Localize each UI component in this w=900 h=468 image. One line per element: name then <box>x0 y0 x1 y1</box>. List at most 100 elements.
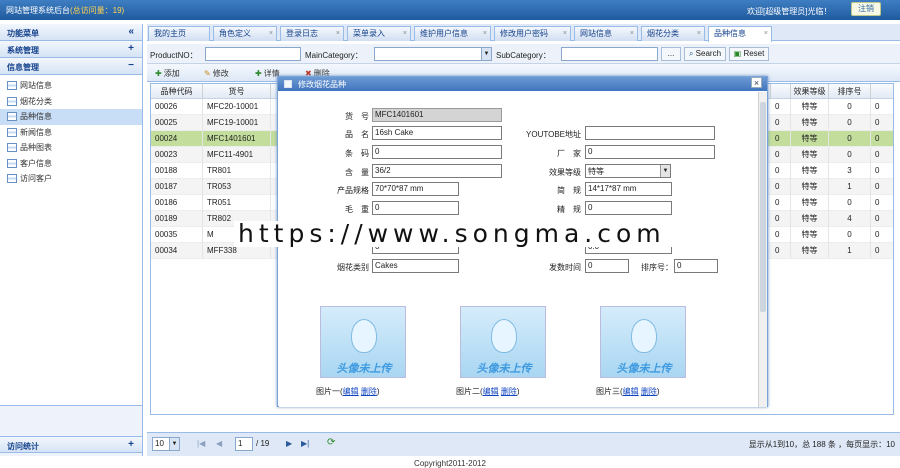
photo-3-edit-link[interactable]: 编辑 <box>623 387 639 396</box>
page-size-select[interactable]: 10 ▼ <box>152 437 180 451</box>
table-cell-no: MFC11-4901 <box>203 147 271 163</box>
table-cell-d: 0 <box>871 131 893 147</box>
sidebar-item-site-info[interactable]: 网站信息 <box>0 78 142 94</box>
time-field[interactable]: 0 <box>585 259 629 273</box>
table-cell-c: 0 <box>771 227 791 243</box>
close-icon[interactable]: × <box>563 27 567 40</box>
close-icon[interactable]: × <box>751 77 762 88</box>
close-icon[interactable]: × <box>764 27 768 40</box>
table-cell-sort: 0 <box>829 115 871 131</box>
spec-field[interactable]: 70*70*87 mm <box>372 182 459 196</box>
detail-button[interactable]: ✚ 详情 <box>255 68 280 79</box>
prev-page-icon[interactable]: ◀ <box>216 439 222 448</box>
tab-login-log[interactable]: 登录日志 × <box>280 26 344 41</box>
col-code[interactable]: 品种代码 <box>151 84 203 99</box>
logout-button[interactable]: 注销 <box>851 2 881 16</box>
refresh-icon[interactable]: ⟳ <box>327 437 335 448</box>
scrollbar-thumb[interactable] <box>760 102 766 312</box>
main-category-select[interactable]: ▼ <box>374 47 492 61</box>
expand-icon[interactable]: + <box>128 43 134 54</box>
browse-button[interactable]: ... <box>661 47 681 61</box>
section-system[interactable]: 系统管理 + <box>0 41 142 58</box>
section-info[interactable]: 信息管理 − <box>0 58 142 75</box>
product-no-input[interactable] <box>205 47 301 61</box>
category-field[interactable]: Cakes <box>372 259 459 273</box>
sidebar-item-customers[interactable]: 客户信息 <box>0 156 142 172</box>
sort-label: 排序号： <box>641 263 673 272</box>
barcode-field[interactable]: 0 <box>372 145 502 159</box>
photo-2-delete-link[interactable]: 删除 <box>501 387 517 396</box>
watermark-text: https://www.songma.com <box>234 221 684 247</box>
net-label: 精 规 <box>557 205 581 214</box>
gross-field[interactable]: 0 <box>372 201 459 215</box>
function-menu-header[interactable]: 功能菜单 « <box>0 24 142 41</box>
table-icon <box>7 127 17 137</box>
photo-caption: 头像未上传 <box>476 363 532 375</box>
sidebar-item-product-info[interactable]: 品种信息 <box>0 109 142 125</box>
info-tree: 网站信息 烟花分类 品种信息 新闻信息 品种图表 客户信息 访问客户 <box>0 75 142 406</box>
name-field[interactable]: 16sh Cake <box>372 126 502 140</box>
expand-icon[interactable]: + <box>128 439 134 450</box>
tab-change-password[interactable]: 修改用户密码 × <box>494 26 571 41</box>
last-page-icon[interactable]: ▶| <box>301 439 309 448</box>
col-item-no[interactable]: 货号 <box>203 84 271 99</box>
tab-roles[interactable]: 角色定义 × <box>213 26 277 41</box>
sidebar-item-visitors[interactable]: 访问客户 <box>0 171 142 187</box>
col-level[interactable]: 效果等级 <box>791 84 829 99</box>
tab-strip: 我的主页 角色定义 × 登录日志 × 菜单录入 × 维护用户信息 × 修改用户密码 × 网… <box>147 24 900 42</box>
photo-1-delete-link[interactable]: 删除 <box>361 387 377 396</box>
main-category-label: MainCategory： <box>305 51 363 60</box>
photo-3-delete-link[interactable]: 删除 <box>641 387 657 396</box>
sidebar-item-firework-category[interactable]: 烟花分类 <box>0 94 142 110</box>
section-visit-stats[interactable]: 访问统计 + <box>0 436 142 453</box>
dialog-body: 货 号 MFC1401601 品 名 16sh Cake YOUTOBE地址 条… <box>279 92 759 407</box>
sidebar-item-product-chart[interactable]: 品种图表 <box>0 140 142 156</box>
collapse-icon[interactable]: − <box>128 60 134 71</box>
page-number-input[interactable]: 1 <box>235 437 253 451</box>
name-label: 品 名 <box>345 130 369 139</box>
next-page-icon[interactable]: ▶ <box>286 439 292 448</box>
tab-user-info[interactable]: 维护用户信息 × <box>414 26 491 41</box>
table-cell-sort: 0 <box>829 227 871 243</box>
close-icon[interactable]: × <box>336 27 340 40</box>
tab-category[interactable]: 烟花分类 × <box>641 26 705 41</box>
factory-field[interactable]: 0 <box>585 145 715 159</box>
dialog-scrollbar[interactable] <box>758 92 767 407</box>
tab-product-info[interactable]: 品种信息 × <box>708 26 772 42</box>
close-icon[interactable]: × <box>697 27 701 40</box>
photo-1-edit-link[interactable]: 编辑 <box>343 387 359 396</box>
sort-field[interactable]: 0 <box>674 259 718 273</box>
add-button[interactable]: ✚ 添加 <box>155 68 180 79</box>
photo-caption: 头像未上传 <box>616 363 672 375</box>
sidebar-item-news[interactable]: 新闻信息 <box>0 125 142 141</box>
size-field[interactable]: 14*17*87 mm <box>585 182 672 196</box>
photo-1-links: 图片一(编辑 删除) <box>316 387 380 396</box>
col-sort[interactable]: 排序号 <box>829 84 871 99</box>
tab-menu-entry[interactable]: 菜单录入 × <box>347 26 411 41</box>
table-cell-level: 特等 <box>791 163 829 179</box>
net-field[interactable]: 0 <box>585 201 672 215</box>
edit-button[interactable]: ✎ 修改 <box>204 68 229 79</box>
close-icon[interactable]: × <box>483 27 487 40</box>
tab-home[interactable]: 我的主页 <box>148 26 210 41</box>
search-button[interactable]: ⌕ Search <box>684 47 726 61</box>
collapse-icon[interactable]: « <box>128 26 134 37</box>
edit-icon: ✎ <box>204 69 211 78</box>
search-bar: ProductNO： MainCategory： ▼ SubCategory： … <box>147 44 900 64</box>
content-field[interactable]: 36/2 <box>372 164 502 178</box>
tab-site-info[interactable]: 网站信息 × <box>574 26 638 41</box>
item-no-field[interactable]: MFC1401601 <box>372 108 502 122</box>
close-icon[interactable]: × <box>269 27 273 40</box>
table-cell-d: 0 <box>871 179 893 195</box>
photo-2-edit-link[interactable]: 编辑 <box>483 387 499 396</box>
sub-category-input[interactable] <box>561 47 658 61</box>
close-icon[interactable]: × <box>403 27 407 40</box>
level-select[interactable]: 特等 ▼ <box>585 164 671 178</box>
close-icon[interactable]: × <box>630 27 634 40</box>
table-cell-level: 特等 <box>791 243 829 259</box>
first-page-icon[interactable]: |◀ <box>197 439 205 448</box>
reset-button[interactable]: ▣ Reset <box>729 47 769 61</box>
table-cell-level: 特等 <box>791 211 829 227</box>
table-cell-code: 00035 <box>151 227 203 243</box>
youtube-field[interactable] <box>585 126 715 140</box>
